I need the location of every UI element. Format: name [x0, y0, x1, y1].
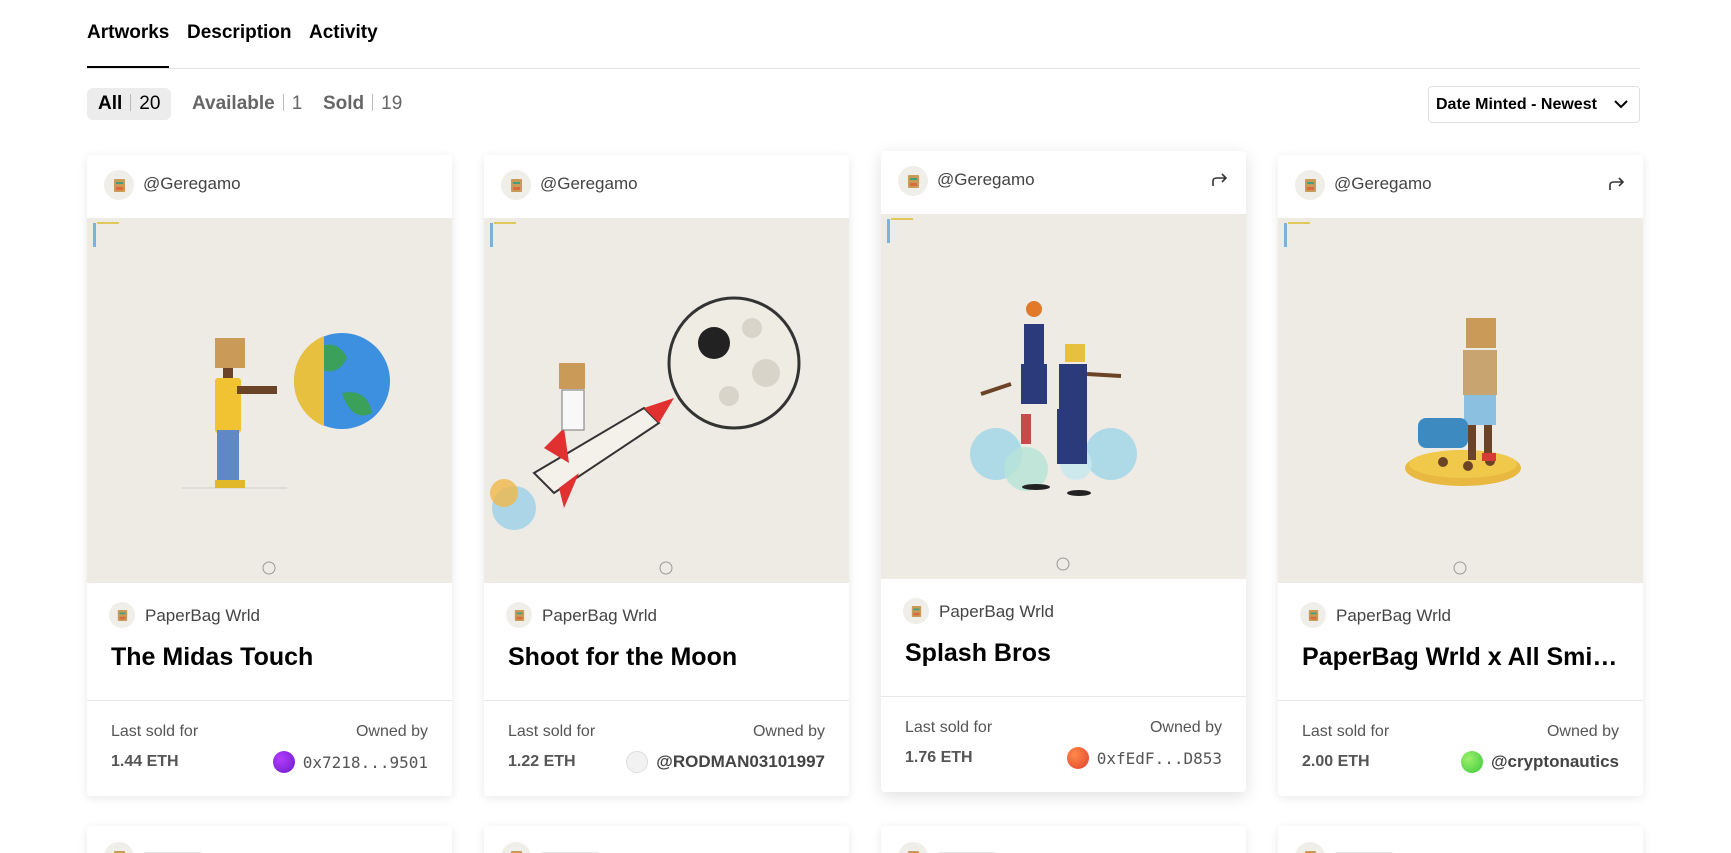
owned-by-label: Owned by — [1546, 723, 1619, 740]
tab-bar: Artworks Description Activity — [87, 0, 1640, 69]
paperbag-logo-icon — [907, 174, 919, 188]
paperbag-logo-icon — [113, 178, 125, 192]
owner-address: 0x7218...9501 — [302, 752, 428, 772]
divider — [282, 93, 284, 111]
collection-name: PaperBag Wrld — [1336, 606, 1451, 625]
artwork-card-partial[interactable] — [1278, 826, 1643, 853]
creator-avatar[interactable] — [104, 170, 134, 200]
tab-artworks[interactable]: Artworks — [87, 22, 170, 68]
creator-handle[interactable]: @Geregamo — [1334, 174, 1432, 194]
paperbag-logo-icon — [1308, 609, 1318, 621]
collection-name: PaperBag Wrld — [145, 606, 260, 625]
collection-name: PaperBag Wrld — [542, 606, 657, 625]
artwork-card-partial[interactable] — [484, 826, 849, 853]
filter-available[interactable]: Available 1 — [181, 88, 313, 120]
filter-all[interactable]: All 20 — [87, 88, 172, 120]
owned-by-label: Owned by — [355, 723, 428, 740]
paperbag-logo-icon — [514, 609, 524, 621]
collection-name: PaperBag Wrld — [939, 602, 1054, 621]
artwork-image[interactable] — [1278, 218, 1643, 583]
owner-link[interactable]: 0x7218...9501 — [272, 750, 428, 774]
last-sold-label: Last sold for — [905, 719, 993, 736]
creator-avatar[interactable] — [1295, 170, 1325, 200]
paperbag-logo-icon — [117, 609, 127, 621]
paperbag-logo-icon — [510, 178, 522, 192]
owner-link[interactable]: @cryptonautics — [1460, 750, 1619, 774]
filter-sold[interactable]: Sold 19 — [312, 88, 413, 120]
share-icon[interactable] — [1210, 170, 1230, 190]
share-icon[interactable] — [1607, 174, 1627, 194]
last-sold-label: Last sold for — [111, 723, 199, 740]
card-footer: Last sold for 2.00 ETH Owned by @crypton… — [1278, 700, 1643, 796]
creator-avatar — [501, 842, 531, 853]
artwork-card[interactable]: @Geregamo PaperBag Wrld Splash Bros Last… — [881, 151, 1246, 792]
last-sold-price: 2.00 ETH — [1302, 753, 1370, 770]
owner-handle: @cryptonautics — [1490, 752, 1619, 771]
card-header: @Geregamo — [1278, 155, 1643, 218]
filter-label: Available — [192, 93, 275, 114]
collection-avatar — [1300, 602, 1326, 628]
artwork-image[interactable] — [881, 214, 1246, 579]
divider — [130, 93, 132, 111]
artwork-image[interactable] — [87, 218, 452, 583]
artwork-card[interactable]: @Geregamo PaperBag Wrld The Midas Touch … — [87, 155, 452, 796]
filter-label: Sold — [323, 93, 365, 114]
last-sold-price: 1.22 ETH — [508, 753, 576, 770]
divider — [372, 93, 374, 111]
last-sold-price: 1.76 ETH — [905, 749, 973, 766]
card-header: @Geregamo — [881, 151, 1246, 214]
tab-activity[interactable]: Activity — [309, 22, 378, 44]
creator-avatar[interactable] — [501, 170, 531, 200]
artwork-title[interactable]: The Midas Touch — [111, 643, 431, 672]
artwork-image[interactable] — [484, 218, 849, 583]
owned-by-label: Owned by — [1149, 719, 1222, 736]
card-footer: Last sold for 1.76 ETH Owned by 0xfEdF..… — [881, 696, 1246, 792]
paperbag-logo-icon — [1304, 178, 1316, 192]
card-footer: Last sold for 1.44 ETH Owned by 0x7218..… — [87, 700, 452, 796]
creator-avatar[interactable] — [898, 166, 928, 196]
chevron-down-icon — [1614, 100, 1628, 109]
owner-handle: @RODMAN03101997 — [656, 752, 825, 771]
owner-avatar — [1066, 747, 1089, 769]
artwork-card-partial[interactable] — [881, 826, 1246, 853]
artwork-card[interactable]: @Geregamo PaperBag Wrld Shoot for the Mo… — [484, 155, 849, 796]
collection-avatar — [109, 602, 135, 628]
artwork-title[interactable]: Shoot for the Moon — [508, 643, 828, 672]
artwork-card[interactable]: @Geregamo PaperBag Wrld PaperBag Wrld x … — [1278, 155, 1643, 796]
creator-avatar — [898, 842, 928, 853]
card-footer: Last sold for 1.22 ETH Owned by @RODMAN0… — [484, 700, 849, 796]
artwork-title[interactable]: PaperBag Wrld x All Smile... — [1302, 643, 1622, 672]
tab-description[interactable]: Description — [187, 22, 292, 44]
creator-handle[interactable]: @Geregamo — [540, 174, 638, 194]
owner-avatar — [626, 751, 649, 773]
owner-link[interactable]: 0xfEdF...D853 — [1066, 746, 1222, 770]
creator-avatar — [1295, 842, 1325, 853]
paperbag-logo-icon — [911, 605, 921, 617]
sort-dropdown[interactable]: Date Minted - Newest — [1428, 86, 1640, 123]
last-sold-price: 1.44 ETH — [111, 753, 179, 770]
owned-by-label: Owned by — [752, 723, 825, 740]
owner-address: 0xfEdF...D853 — [1096, 748, 1222, 768]
filter-count: 20 — [139, 93, 161, 114]
creator-handle[interactable]: @Geregamo — [143, 174, 241, 194]
artwork-card-partial[interactable] — [87, 826, 452, 853]
filter-count: 19 — [381, 93, 403, 114]
filter-label: All — [98, 93, 123, 114]
owner-avatar — [272, 751, 295, 773]
sort-selected-value: Date Minted - Newest — [1436, 96, 1597, 113]
artwork-title[interactable]: Splash Bros — [905, 639, 1225, 668]
collection-avatar — [506, 602, 532, 628]
owner-avatar — [1460, 751, 1483, 773]
creator-handle[interactable]: @Geregamo — [937, 170, 1035, 190]
owner-link[interactable]: @RODMAN03101997 — [626, 750, 825, 774]
collection-avatar — [903, 598, 929, 624]
filter-count: 1 — [291, 93, 303, 114]
creator-avatar — [104, 842, 134, 853]
last-sold-label: Last sold for — [1302, 723, 1390, 740]
last-sold-label: Last sold for — [508, 723, 596, 740]
card-header: @Geregamo — [87, 155, 452, 218]
card-header: @Geregamo — [484, 155, 849, 218]
